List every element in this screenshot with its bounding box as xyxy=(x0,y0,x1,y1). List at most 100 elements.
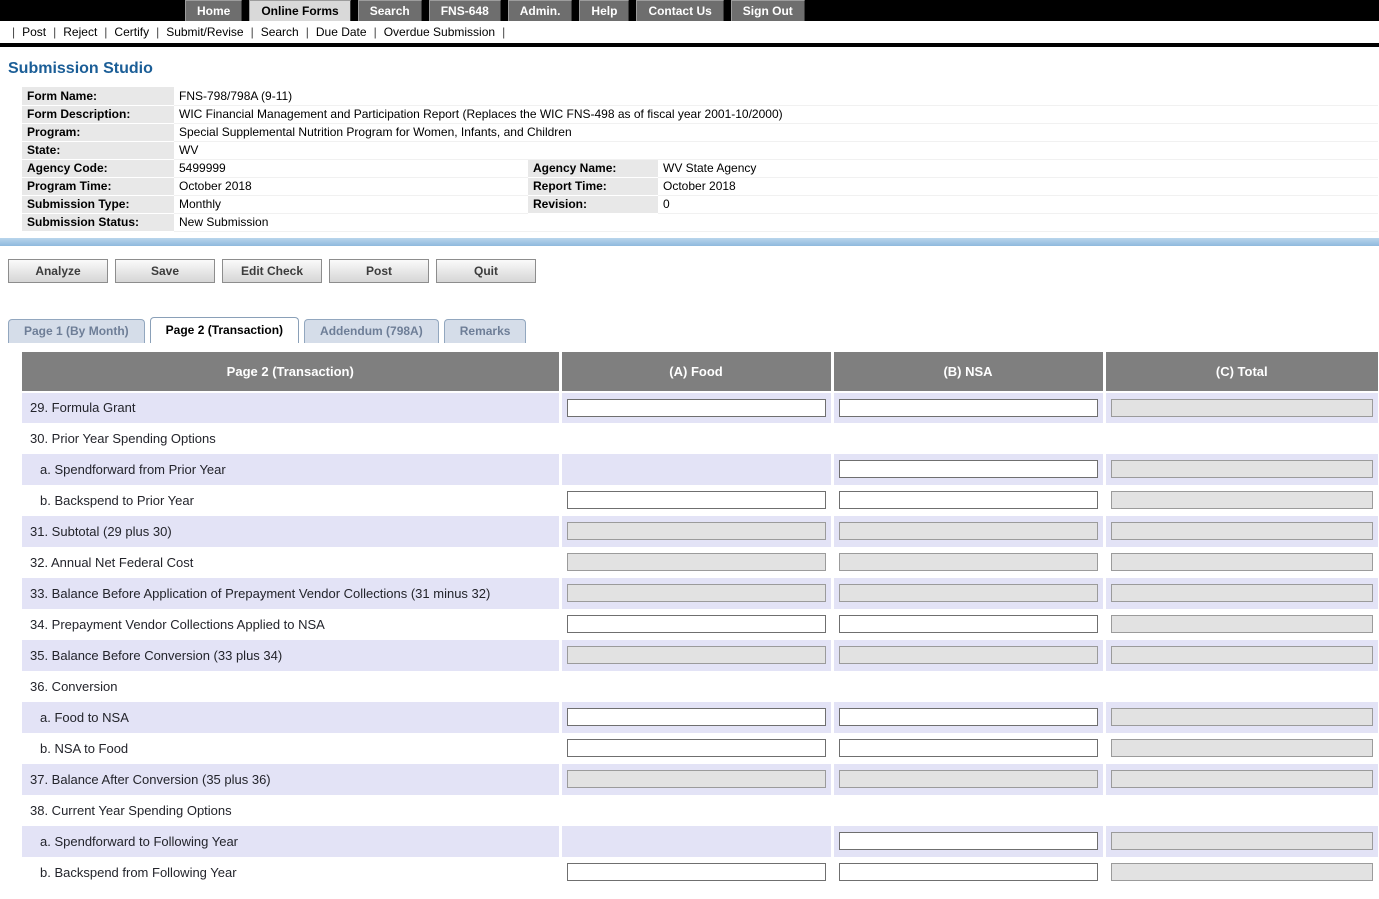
cell-food xyxy=(560,640,832,671)
sub-nav-item-submit-revise[interactable]: Submit/Revise xyxy=(166,25,243,39)
food-input[interactable] xyxy=(567,708,826,726)
top-nav-item-search[interactable]: Search xyxy=(358,0,422,21)
info-value: WV State Agency xyxy=(658,159,1378,177)
cell-total xyxy=(1104,578,1378,609)
info-value: New Submission xyxy=(174,213,1378,231)
sub-nav-item-overdue-submission[interactable]: Overdue Submission xyxy=(384,25,495,39)
cell-nsa xyxy=(832,795,1104,826)
grid-header-c-total: (C) Total xyxy=(1104,352,1378,392)
cell-food xyxy=(560,671,832,702)
black-divider xyxy=(0,43,1379,47)
top-nav-item-contact-us[interactable]: Contact Us xyxy=(636,0,723,21)
total-input xyxy=(1111,770,1374,788)
nsa-input[interactable] xyxy=(839,615,1098,633)
cell-total xyxy=(1104,640,1378,671)
nsa-input[interactable] xyxy=(839,863,1098,881)
cell-food xyxy=(560,392,832,423)
post-button[interactable]: Post xyxy=(329,259,429,283)
sub-nav-item-due-date[interactable]: Due Date xyxy=(316,25,367,39)
tab-page-2-transaction[interactable]: Page 2 (Transaction) xyxy=(150,317,299,343)
top-nav-item-admin[interactable]: Admin. xyxy=(508,0,573,21)
top-nav-item-fns-648[interactable]: FNS-648 xyxy=(429,0,501,21)
info-row: Program:Special Supplemental Nutrition P… xyxy=(22,123,1378,141)
info-table-body: Form Name:FNS-798/798A (9-11)Form Descri… xyxy=(22,87,1378,231)
info-value: 5499999 xyxy=(174,159,528,177)
food-input xyxy=(567,553,826,571)
cell-food xyxy=(560,485,832,516)
food-input[interactable] xyxy=(567,863,826,881)
analyze-button[interactable]: Analyze xyxy=(8,259,108,283)
cell-nsa xyxy=(832,454,1104,485)
cell-nsa xyxy=(832,516,1104,547)
food-input[interactable] xyxy=(567,491,826,509)
top-nav-item-help[interactable]: Help xyxy=(579,0,629,21)
food-input xyxy=(567,522,826,540)
info-value: WV xyxy=(174,141,1378,159)
row-label: 33. Balance Before Application of Prepay… xyxy=(22,578,560,609)
sub-nav-item-post[interactable]: Post xyxy=(22,25,46,39)
cell-total xyxy=(1104,733,1378,764)
action-buttons: Analyze Save Edit Check Post Quit xyxy=(8,259,1379,283)
cell-food xyxy=(560,733,832,764)
cell-nsa xyxy=(832,640,1104,671)
info-value: October 2018 xyxy=(658,177,1378,195)
row-label: 34. Prepayment Vendor Collections Applie… xyxy=(22,609,560,640)
grid-row: 32. Annual Net Federal Cost xyxy=(22,547,1378,578)
tab-addendum-798a[interactable]: Addendum (798A) xyxy=(304,319,439,343)
nsa-input[interactable] xyxy=(839,491,1098,509)
cell-food xyxy=(560,454,832,485)
total-input xyxy=(1111,615,1374,633)
nsa-input xyxy=(839,646,1098,664)
cell-nsa xyxy=(832,826,1104,857)
food-input[interactable] xyxy=(567,739,826,757)
nsa-input[interactable] xyxy=(839,460,1098,478)
row-label: b. Backspend from Following Year xyxy=(22,857,560,888)
total-input xyxy=(1111,553,1374,571)
separator: | xyxy=(251,25,254,39)
tab-page-1-by-month[interactable]: Page 1 (By Month) xyxy=(8,319,145,343)
grid-row: a. Spendforward from Prior Year xyxy=(22,454,1378,485)
info-label: Agency Code: xyxy=(22,159,174,177)
cell-total xyxy=(1104,826,1378,857)
row-label: a. Spendforward to Following Year xyxy=(22,826,560,857)
info-value: 0 xyxy=(658,195,1378,213)
total-input xyxy=(1111,460,1374,478)
nsa-input[interactable] xyxy=(839,832,1098,850)
top-nav-item-online-forms[interactable]: Online Forms xyxy=(249,0,350,21)
cell-food xyxy=(560,609,832,640)
grid-row: 34. Prepayment Vendor Collections Applie… xyxy=(22,609,1378,640)
total-input xyxy=(1111,522,1374,540)
food-input[interactable] xyxy=(567,399,826,417)
nsa-input[interactable] xyxy=(839,708,1098,726)
nsa-input[interactable] xyxy=(839,739,1098,757)
cell-nsa xyxy=(832,423,1104,454)
cell-nsa xyxy=(832,857,1104,888)
sub-nav-item-reject[interactable]: Reject xyxy=(63,25,97,39)
grid-row: 36. Conversion xyxy=(22,671,1378,702)
top-nav-item-sign-out[interactable]: Sign Out xyxy=(731,0,805,21)
nsa-input[interactable] xyxy=(839,399,1098,417)
nsa-input xyxy=(839,553,1098,571)
save-button[interactable]: Save xyxy=(115,259,215,283)
cell-total xyxy=(1104,764,1378,795)
food-input xyxy=(567,584,826,602)
food-input[interactable] xyxy=(567,615,826,633)
blue-divider xyxy=(0,238,1379,246)
cell-total xyxy=(1104,857,1378,888)
sub-nav-item-certify[interactable]: Certify xyxy=(114,25,149,39)
top-nav: Home Online Forms Search FNS-648 Admin. Help C… xyxy=(0,0,1379,21)
quit-button[interactable]: Quit xyxy=(436,259,536,283)
top-nav-item-home[interactable]: Home xyxy=(185,0,242,21)
sub-nav-item-search[interactable]: Search xyxy=(261,25,299,39)
info-row: State:WV xyxy=(22,141,1378,159)
total-input xyxy=(1111,863,1374,881)
grid-row: b. NSA to Food xyxy=(22,733,1378,764)
row-label: 36. Conversion xyxy=(22,671,560,702)
grid-body: 29. Formula Grant30. Prior Year Spending… xyxy=(22,392,1378,888)
total-input xyxy=(1111,832,1374,850)
tab-remarks[interactable]: Remarks xyxy=(444,319,527,343)
grid-header-a-food: (A) Food xyxy=(560,352,832,392)
row-label: a. Spendforward from Prior Year xyxy=(22,454,560,485)
nsa-input xyxy=(839,770,1098,788)
edit-check-button[interactable]: Edit Check xyxy=(222,259,322,283)
